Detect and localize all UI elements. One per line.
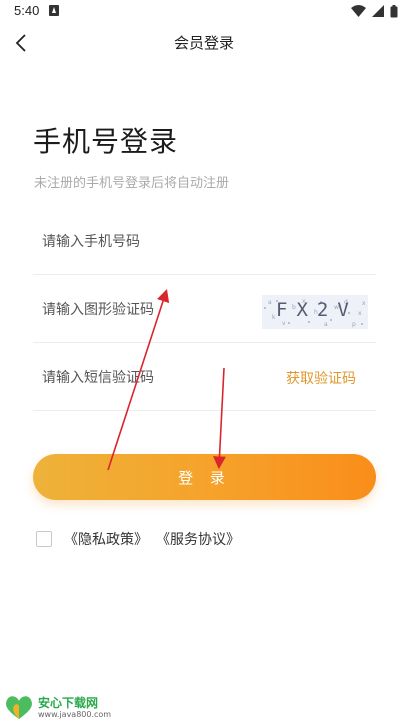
watermark: 安心下载网 www.java800.com [4,692,114,722]
app-header: 会员登录 [0,24,408,62]
status-icons [351,4,398,18]
captcha-input[interactable] [42,277,242,342]
captcha-image[interactable]: avx adx hpk wbx FX2V [262,295,368,329]
sms-field-row: 获取验证码 [33,345,376,411]
notification-icon [49,5,59,16]
watermark-name: 安心下载网 [38,696,99,710]
svg-text:p: p [352,321,356,328]
get-sms-code-button[interactable]: 获取验证码 [286,345,356,410]
agreement-row: 《隐私政策》 《服务协议》 [36,529,248,549]
svg-text:a: a [268,299,272,306]
phone-input[interactable] [42,209,242,274]
captcha-field-row: avx adx hpk wbx FX2V [33,277,376,343]
sms-code-input[interactable] [42,345,242,410]
svg-text:x: x [362,300,366,307]
svg-text:a: a [324,321,328,328]
agreement-checkbox[interactable] [36,531,52,547]
phone-field-row [33,209,376,275]
signal-icon [372,5,384,17]
wifi-icon [351,5,366,17]
watermark-url: www.java800.com [38,710,112,719]
status-bar: 5:40 [0,0,408,24]
status-time: 5:40 [14,3,40,18]
page-title: 手机号登录 [33,125,179,158]
service-agreement-link[interactable]: 《服务协议》 [156,529,240,549]
svg-text:v: v [282,320,286,327]
watermark-logo-icon [6,696,32,719]
login-button[interactable]: 登 录 [33,454,376,500]
page-subtitle: 未注册的手机号登录后将自动注册 [34,176,230,191]
battery-icon [390,4,398,17]
captcha-text: FX2V [276,299,358,321]
header-title: 会员登录 [173,34,234,52]
svg-text:x: x [358,310,362,317]
privacy-policy-link[interactable]: 《隐私政策》 [64,529,148,549]
